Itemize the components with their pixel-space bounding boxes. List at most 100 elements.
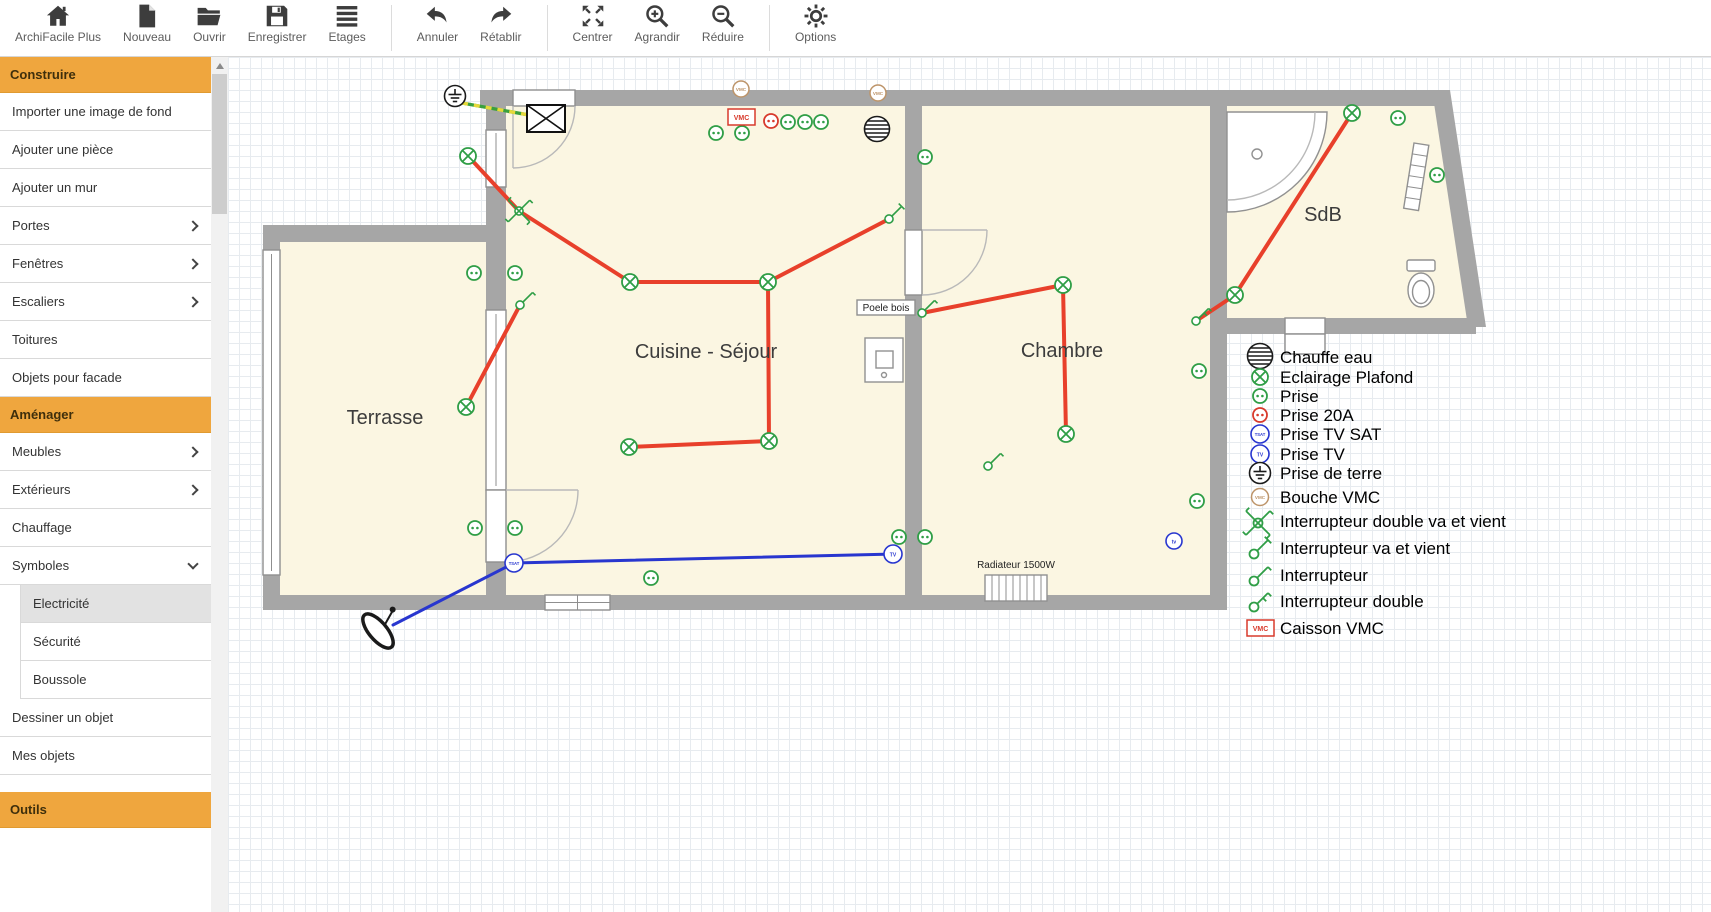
- radiateur-label: Radiateur 1500W: [977, 560, 1055, 571]
- legend-label: Prise 20A: [1280, 406, 1354, 425]
- redo-label: Rétablir: [480, 30, 521, 44]
- sidebar-item-objets-facade[interactable]: Objets pour facade: [0, 359, 211, 397]
- new-button[interactable]: Nouveau: [112, 0, 182, 44]
- options-label: Options: [795, 30, 836, 44]
- item-label: Toitures: [12, 332, 58, 347]
- legend-label: Interrupteur: [1280, 566, 1368, 585]
- room-label-sdb: SdB: [1304, 204, 1342, 226]
- sidebar: Construire Importer une image de fond Aj…: [0, 57, 211, 912]
- entrance-door-opening[interactable]: [513, 90, 575, 106]
- svg-text:tv: tv: [1172, 540, 1177, 546]
- legend-label: Eclairage Plafond: [1280, 368, 1413, 387]
- item-label: Chauffage: [12, 520, 72, 535]
- wall-cuisine-chambre-bottom[interactable]: [905, 295, 922, 595]
- app-home-button[interactable]: ArchiFacile Plus: [4, 0, 112, 44]
- sidebar-item-escaliers[interactable]: Escaliers: [0, 283, 211, 321]
- wall-terrasse-top[interactable]: [263, 225, 506, 242]
- center-button[interactable]: Centrer: [562, 0, 624, 44]
- section-header-outils: Outils: [0, 792, 211, 828]
- sidebar-item-dessiner-objet[interactable]: Dessiner un objet: [0, 699, 211, 737]
- legend-label: Interrupteur va et vient: [1280, 539, 1450, 558]
- legend-label: Interrupteur double va et vient: [1280, 512, 1506, 531]
- options-button[interactable]: Options: [784, 0, 847, 44]
- svg-text:TSAT: TSAT: [1255, 432, 1266, 437]
- vmc-bouche-1[interactable]: VMC: [733, 81, 749, 97]
- item-label: Portes: [12, 218, 50, 233]
- save-button[interactable]: Enregistrer: [237, 0, 318, 44]
- svg-text:VMC: VMC: [1255, 495, 1266, 500]
- redo-button[interactable]: Rétablir: [469, 0, 532, 44]
- sidebar-scrollbar[interactable]: [211, 57, 228, 912]
- sidebar-item-ajouter-piece[interactable]: Ajouter une pièce: [0, 131, 211, 169]
- radiateur[interactable]: Radiateur 1500W: [977, 560, 1055, 601]
- plan-canvas[interactable]: Poele bois Radiateur 1500W: [228, 57, 1711, 912]
- open-button[interactable]: Ouvrir: [182, 0, 237, 44]
- outlet-20a[interactable]: [764, 114, 778, 128]
- floors-button[interactable]: Etages: [317, 0, 376, 44]
- toilet-tank[interactable]: [1407, 260, 1435, 271]
- center-label: Centrer: [573, 30, 613, 44]
- item-label: Fenêtres: [12, 256, 63, 271]
- sidebar-subitem-securite[interactable]: Sécurité: [20, 623, 211, 661]
- zoom-out-label: Réduire: [702, 30, 744, 44]
- chauffe-eau-symbol[interactable]: [865, 117, 890, 142]
- chevron-right-icon: [187, 296, 198, 307]
- prise-de-terre-symbol[interactable]: [445, 86, 466, 107]
- shower-drain: [1252, 149, 1262, 159]
- wall-chambre-right[interactable]: [1210, 90, 1227, 610]
- gear-icon: [803, 3, 829, 29]
- svg-text:VMC: VMC: [736, 87, 747, 92]
- wall-cuisine-chambre-top[interactable]: [905, 106, 922, 230]
- toolbar-separator: [769, 5, 770, 51]
- sidebar-item-importer-image[interactable]: Importer une image de fond: [0, 93, 211, 131]
- wall-top[interactable]: [575, 90, 1450, 106]
- chevron-right-icon: [187, 220, 198, 231]
- sidebar-item-chauffage[interactable]: Chauffage: [0, 509, 211, 547]
- prise-tv-sat[interactable]: TSAT: [505, 554, 523, 572]
- room-label-chambre: Chambre: [1021, 340, 1103, 362]
- legend-label: Prise TV SAT: [1280, 425, 1381, 444]
- sidebar-item-exterieurs[interactable]: Extérieurs: [0, 471, 211, 509]
- section-header-amenager: Aménager: [0, 397, 211, 433]
- caisson-vmc[interactable]: VMC: [728, 109, 755, 125]
- undo-button[interactable]: Annuler: [406, 0, 469, 44]
- electrical-panel[interactable]: [527, 105, 565, 132]
- toolbar-separator: [391, 5, 392, 51]
- item-label: Escaliers: [12, 294, 65, 309]
- legend-symbol-tvsat: TSAT: [1251, 425, 1269, 443]
- sidebar-subitem-electricite[interactable]: Electricité: [20, 585, 211, 623]
- zoom-out-button[interactable]: Réduire: [691, 0, 755, 44]
- scrollbar-up-arrow[interactable]: [211, 57, 228, 74]
- sidebar-item-fenetres[interactable]: Fenêtres: [0, 245, 211, 283]
- sidebar-item-meubles[interactable]: Meubles: [0, 433, 211, 471]
- app-home-label: ArchiFacile Plus: [15, 30, 101, 44]
- svg-text:TV: TV: [890, 553, 897, 559]
- prise-tv[interactable]: TV: [884, 545, 902, 563]
- floors-label: Etages: [328, 30, 365, 44]
- vmc-bouche-2[interactable]: VMC: [870, 85, 886, 101]
- wall-sdb-bottom-right[interactable]: [1325, 318, 1476, 334]
- zoom-in-icon: [644, 3, 670, 29]
- sdb-door-opening[interactable]: [1285, 318, 1325, 334]
- legend-label: Caisson VMC: [1280, 619, 1384, 638]
- sidebar-item-portes[interactable]: Portes: [0, 207, 211, 245]
- legend-label: Bouche VMC: [1280, 488, 1380, 507]
- legend-symbol-tv: TV: [1251, 445, 1269, 463]
- sidebar-subitem-boussole[interactable]: Boussole: [20, 661, 211, 699]
- sidebar-item-toitures[interactable]: Toitures: [0, 321, 211, 359]
- zoom-in-button[interactable]: Agrandir: [624, 0, 691, 44]
- sidebar-item-mes-objets[interactable]: Mes objets: [0, 737, 211, 775]
- legend-label: Prise: [1280, 387, 1319, 406]
- floor-plan[interactable]: Poele bois Radiateur 1500W: [228, 57, 1711, 912]
- sidebar-item-ajouter-mur[interactable]: Ajouter un mur: [0, 169, 211, 207]
- chevron-right-icon: [187, 258, 198, 269]
- toolbar-separator: [547, 5, 548, 51]
- terrasse-door-opening[interactable]: [486, 490, 506, 562]
- chambre-door-opening[interactable]: [905, 230, 922, 295]
- sidebar-item-symboles[interactable]: Symboles: [0, 547, 211, 585]
- scrollbar-thumb[interactable]: [212, 74, 227, 214]
- legend-label: Chauffe eau: [1280, 348, 1372, 367]
- room-cuisine-chambre-floor[interactable]: [506, 106, 1210, 595]
- poele-label: Poele bois: [863, 303, 910, 314]
- prise-tv-chambre[interactable]: tv: [1166, 533, 1182, 549]
